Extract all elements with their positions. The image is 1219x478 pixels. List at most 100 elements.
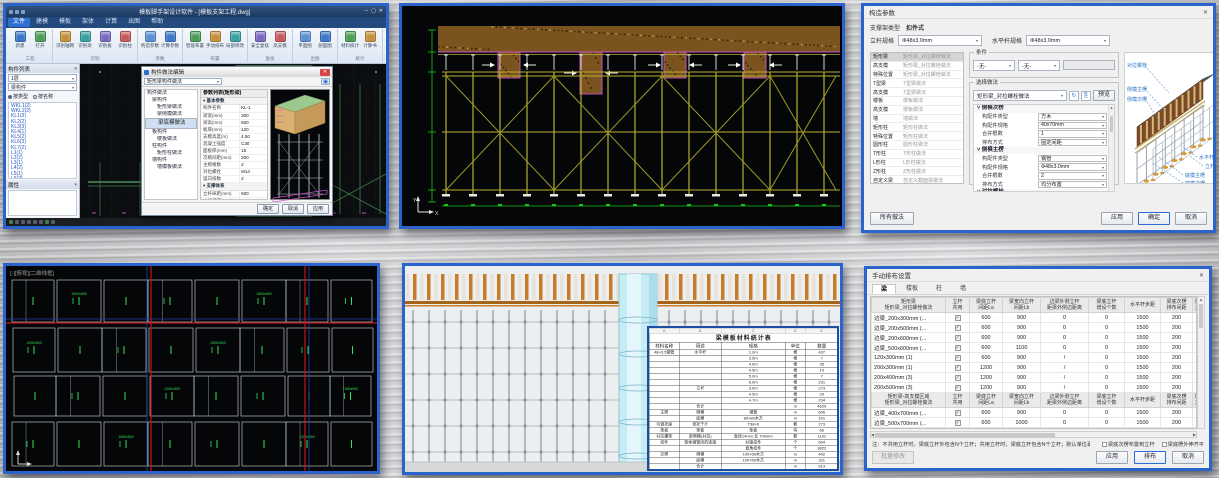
method-list-item[interactable]: 楼板楼板做法	[871, 97, 963, 106]
preview-toggle-icon[interactable]: ▣	[321, 78, 330, 85]
value-cell[interactable]: 0	[1089, 408, 1125, 418]
method-list-item[interactable]: 圆形柱圆形柱做法	[871, 141, 963, 150]
param-value[interactable]: C30	[239, 141, 267, 147]
tree-item[interactable]: 矩形梁做法	[145, 104, 197, 111]
property-value-select[interactable]: 40x70mm▾	[1038, 122, 1107, 130]
value-cell[interactable]: 0	[1041, 333, 1089, 343]
option-checkbox[interactable]: 梁底次楞布置到立杆	[1102, 441, 1155, 448]
maximize-icon[interactable]: ▢	[371, 8, 376, 15]
value-cell[interactable]: 200	[1161, 353, 1193, 363]
ribbon-button[interactable]: 识别梁	[75, 29, 95, 56]
param-value[interactable]: 200	[239, 155, 267, 161]
value-cell[interactable]: 1500	[1125, 428, 1161, 430]
tab-0[interactable]: 文件	[8, 18, 30, 27]
preview-button[interactable]: 预览	[1093, 90, 1115, 101]
value-cell[interactable]: 600	[970, 428, 1003, 430]
checkbox-cell[interactable]: ✓	[946, 313, 970, 323]
method-list-item[interactable]: 矩形柱矩形柱做法	[871, 123, 963, 132]
value-cell[interactable]: 900	[1003, 363, 1041, 373]
cancel-button[interactable]: 取消	[282, 204, 304, 214]
value-cell[interactable]: 600	[970, 333, 1003, 343]
checkbox-icon[interactable]: ✓	[955, 315, 961, 321]
value-cell[interactable]: 900	[1003, 408, 1041, 418]
tab-3[interactable]: 架体	[77, 18, 99, 27]
grid-section-header[interactable]: ▾ 基本参数	[201, 98, 267, 105]
cancel-button[interactable]: 取消	[1175, 212, 1207, 225]
value-cell[interactable]: 600	[970, 313, 1003, 323]
ribbon-button[interactable]: 智能布置	[185, 29, 205, 56]
value-cell[interactable]: 200	[1161, 343, 1193, 353]
ribbon-button[interactable]: 计算参数	[160, 29, 180, 56]
floor-combobox[interactable]: 1层▾	[8, 74, 77, 82]
osnap-icon[interactable]	[33, 220, 37, 224]
table-row[interactable]: 边梁_200x600mm (...✓6009000015002004	[872, 333, 1198, 343]
value-cell[interactable]: 0	[1041, 343, 1089, 353]
value-cell[interactable]: 0	[1089, 313, 1125, 323]
param-value[interactable]: 300	[239, 113, 267, 119]
value-cell[interactable]: 1500	[1125, 418, 1161, 428]
pole-spec-select[interactable]: Φ48x3.0mm▾	[898, 35, 982, 46]
value-cell[interactable]: 1500	[1125, 383, 1161, 393]
value-cell[interactable]: 0	[1041, 418, 1089, 428]
ribbon-button[interactable]: 识别柱	[115, 29, 135, 56]
table-row[interactable]: 120x300mm (1)✓600900/015002002	[872, 353, 1198, 363]
ribbon-button[interactable]: 新建	[10, 29, 30, 56]
table-row[interactable]: 边梁_200x500mm (...✓6009000015002002	[872, 323, 1198, 333]
property-value-select[interactable]: 均分布置▾	[1038, 181, 1107, 189]
table-row[interactable]: 200x500mm (3)✓1200900/015002002	[872, 383, 1198, 393]
ribbon-button[interactable]: 计算书	[360, 29, 380, 56]
checkbox-cell[interactable]: ✓	[946, 408, 970, 418]
tree-item[interactable]: 梁构件	[145, 97, 197, 104]
horizontal-scrollbar[interactable]: ◀▶	[870, 431, 1197, 438]
checkbox-cell[interactable]: ✓	[946, 383, 970, 393]
table-row[interactable]: 200x400mm (3)✓1200900/015002002	[872, 373, 1198, 383]
checkbox-cell[interactable]: ✓	[946, 418, 970, 428]
value-cell[interactable]: 600	[970, 408, 1003, 418]
tab-2[interactable]: 模板	[54, 18, 76, 27]
grid-section-header[interactable]: ▾ 支撑体系	[201, 183, 267, 190]
value-cell[interactable]: 900	[1003, 323, 1041, 333]
apply-button[interactable]: 应用	[307, 204, 329, 214]
table-row[interactable]: 边梁_400x700mm (...✓6009000015002002	[872, 408, 1198, 418]
value-cell[interactable]: /	[1041, 353, 1089, 363]
property-section-header[interactable]: ˅ 侧模次楞	[974, 105, 1114, 113]
arrange-button[interactable]: 排布	[1134, 451, 1166, 464]
value-cell[interactable]: 200	[1161, 373, 1193, 383]
checkbox-icon[interactable]: ✓	[955, 355, 961, 361]
tree-item[interactable]: 梁侧模做法	[145, 111, 197, 118]
value-cell[interactable]: 1500	[1125, 343, 1161, 353]
close-icon[interactable]: ✕	[379, 8, 383, 15]
value-cell[interactable]: 900	[1003, 353, 1041, 363]
palette-item[interactable]: L6(2)	[11, 177, 76, 179]
checkbox-cell[interactable]: ✓	[946, 428, 970, 430]
checkbox-icon[interactable]: ✓	[955, 325, 961, 331]
value-cell[interactable]: 600	[970, 353, 1003, 363]
tab-楼板[interactable]: 楼板	[898, 284, 926, 294]
value-cell[interactable]: 0	[1041, 323, 1089, 333]
ribbon-button[interactable]: 识别轴网	[55, 29, 75, 56]
category-combobox[interactable]: 梁构件▾	[8, 83, 77, 91]
condition-input[interactable]	[1063, 60, 1115, 70]
checkbox-cell[interactable]: ✓	[946, 323, 970, 333]
value-cell[interactable]: 200	[1161, 383, 1193, 393]
property-value-select[interactable]: 固定间距▾	[1038, 139, 1107, 147]
method-list-item[interactable]: 矩形梁矩形梁_对拉螺栓做法	[871, 53, 963, 62]
tree-item[interactable]: 梁底模做法	[145, 118, 197, 129]
ok-button[interactable]: 确定	[257, 204, 279, 214]
value-cell[interactable]: 0	[1089, 333, 1125, 343]
checkbox-icon[interactable]: ✓	[955, 335, 961, 341]
value-cell[interactable]: 900	[1003, 373, 1041, 383]
checkbox-cell[interactable]: ✓	[946, 343, 970, 353]
value-cell[interactable]: 0	[1041, 408, 1089, 418]
grid-icon[interactable]	[15, 220, 19, 224]
method-list-item[interactable]: T型梁T型梁做法	[871, 79, 963, 88]
ribbon-button[interactable]: 高支模	[270, 29, 290, 56]
checkbox-icon[interactable]: ✓	[955, 420, 961, 426]
close-icon[interactable]: ✕	[320, 69, 330, 76]
value-cell[interactable]: /	[1041, 373, 1089, 383]
tab-梁[interactable]: 梁	[872, 284, 896, 294]
radio-by-name[interactable]: 按名称	[33, 93, 53, 100]
method-list-item[interactable]: T形柱T形柱做法	[871, 150, 963, 159]
lwt-icon[interactable]	[51, 220, 55, 224]
method-combobox[interactable]: 矩形梁_对拉螺栓做法▾	[973, 90, 1067, 101]
